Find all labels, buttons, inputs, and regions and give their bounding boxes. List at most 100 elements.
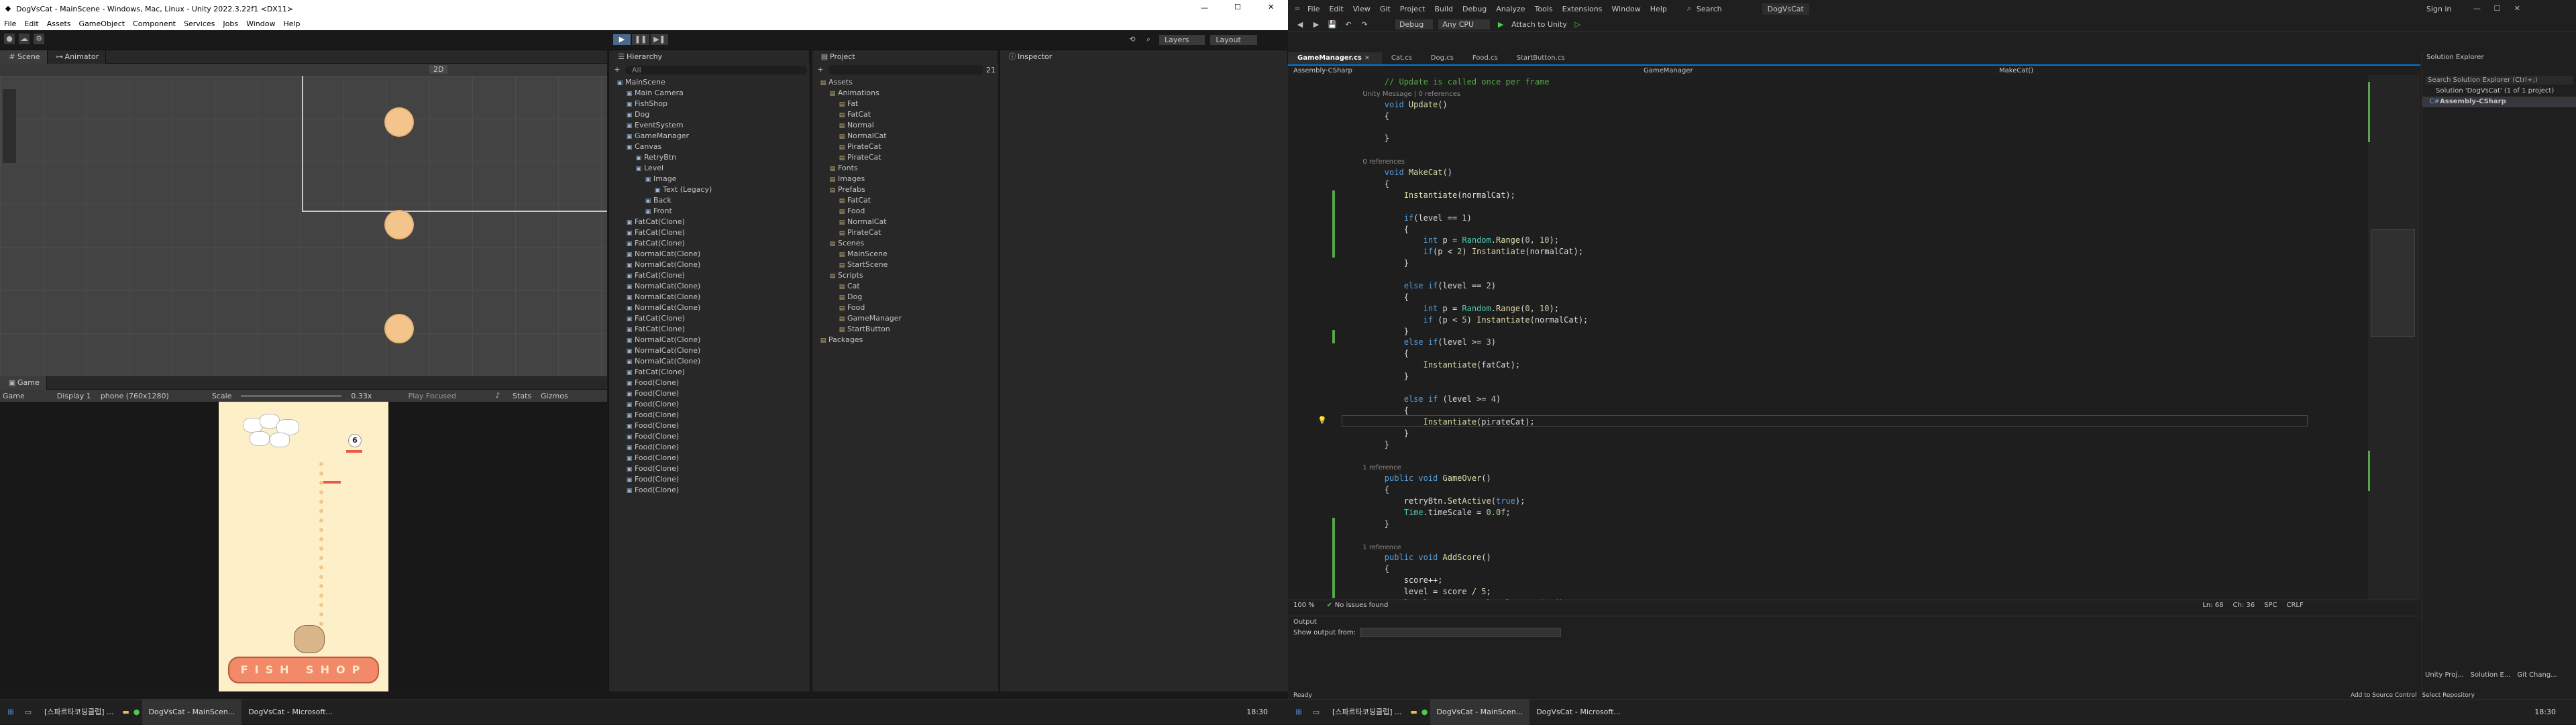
explorer-tab[interactable]: Solution E... bbox=[2471, 671, 2511, 679]
minimize-icon[interactable]: — bbox=[2471, 3, 2482, 14]
project-item[interactable]: ▤ StartScene bbox=[812, 260, 998, 270]
tab-scene[interactable]: # Scene bbox=[0, 50, 48, 64]
play-button-icon[interactable]: ▶ bbox=[613, 34, 631, 45]
hierarchy-item[interactable]: ▣ FatCat(Clone) bbox=[609, 270, 810, 281]
project-item[interactable]: ▤ Images bbox=[812, 174, 998, 184]
doc-tab[interactable]: Food.cs bbox=[1463, 52, 1507, 64]
minimize-button[interactable]: — bbox=[1201, 3, 1208, 12]
hierarchy-item[interactable]: ▣ Food(Clone) bbox=[609, 485, 810, 496]
hierarchy-item[interactable]: ▣ Dog bbox=[609, 109, 810, 120]
hierarchy-item[interactable]: ▣ FatCat(Clone) bbox=[609, 227, 810, 238]
taskbar-clock[interactable]: 18:30 bbox=[2528, 700, 2563, 725]
hierarchy-item[interactable]: ▣ FatCat(Clone) bbox=[609, 324, 810, 335]
folder-icon[interactable]: ▬ bbox=[1409, 707, 1419, 718]
scene-view[interactable] bbox=[0, 76, 607, 376]
hierarchy-item[interactable]: ▣ EventSystem bbox=[609, 120, 810, 131]
taskbar-clock[interactable]: 18:30 bbox=[1240, 700, 1275, 725]
nav-class[interactable]: GameManager bbox=[1644, 67, 1999, 74]
close-tab-icon[interactable]: ✕ bbox=[1362, 53, 1373, 64]
project-node[interactable]: C#Assembly-CSharp bbox=[2422, 97, 2576, 107]
layers-dropdown[interactable]: Layers bbox=[1159, 34, 1205, 45]
minimap-viewport[interactable] bbox=[2371, 229, 2415, 337]
solution-search[interactable]: Search Solution Explorer (Ctrl+;) bbox=[2425, 76, 2573, 85]
save-icon[interactable]: 💾 bbox=[1327, 19, 1338, 30]
hierarchy-item[interactable]: ▣ RetryBtn bbox=[609, 152, 810, 163]
hierarchy-item[interactable]: ▣ Food(Clone) bbox=[609, 453, 810, 463]
hierarchy-item[interactable]: ▣ Food(Clone) bbox=[609, 378, 810, 388]
hierarchy-item[interactable]: ▣ Front bbox=[609, 206, 810, 217]
vs-menu-extensions[interactable]: Extensions bbox=[1558, 5, 1607, 13]
add-icon[interactable]: + bbox=[815, 64, 826, 75]
cloud-icon[interactable]: ☁ bbox=[19, 34, 30, 44]
project-item[interactable]: ▤ GameManager bbox=[812, 313, 998, 324]
tab-project[interactable]: ▤ Project bbox=[812, 50, 998, 64]
project-item[interactable]: ▤ NormalCat bbox=[812, 217, 998, 227]
display-dropdown[interactable]: Display 1 bbox=[57, 392, 91, 400]
game-screen[interactable]: 6 FISH SHOP bbox=[219, 402, 388, 691]
menu-services[interactable]: Services bbox=[180, 19, 219, 28]
project-item[interactable]: ▤ Normal bbox=[812, 120, 998, 131]
taskview-icon[interactable]: ▭ bbox=[23, 707, 34, 718]
project-item[interactable]: ▤ Animations bbox=[812, 88, 998, 99]
hierarchy-item[interactable]: ▣ FatCat(Clone) bbox=[609, 313, 810, 324]
project-item[interactable]: ▤ PirateCat bbox=[812, 152, 998, 163]
taskbar-item[interactable]: DogVsCat - MainScen... bbox=[1430, 699, 1530, 725]
menu-jobs[interactable]: Jobs bbox=[219, 19, 242, 28]
close-button[interactable]: ✕ bbox=[1268, 3, 1274, 11]
hierarchy-item[interactable]: ▣ Level bbox=[609, 163, 810, 174]
add-source-control[interactable]: Add to Source Control bbox=[2351, 692, 2417, 699]
search-icon[interactable]: ⌕ bbox=[1143, 34, 1154, 45]
hierarchy-item[interactable]: ▣ GameManager bbox=[609, 131, 810, 142]
select-repository[interactable]: Select Repository bbox=[2422, 692, 2474, 699]
hierarchy-item[interactable]: ▣ Food(Clone) bbox=[609, 399, 810, 410]
vs-menu-file[interactable]: File bbox=[1303, 5, 1324, 13]
back-icon[interactable]: ◀ bbox=[1295, 19, 1305, 30]
paw-sprite[interactable] bbox=[384, 210, 414, 239]
doc-tab[interactable]: Dog.cs bbox=[1421, 52, 1463, 64]
menu-component[interactable]: Component bbox=[129, 19, 180, 28]
project-item[interactable]: ▤ FatCat bbox=[812, 109, 998, 120]
taskbar-item[interactable]: DogVsCat - MainScen... bbox=[142, 699, 242, 725]
add-icon[interactable]: + bbox=[612, 64, 623, 75]
menu-assets[interactable]: Assets bbox=[43, 19, 75, 28]
issues-indicator[interactable]: No issues found bbox=[1335, 602, 1389, 609]
chrome-icon[interactable]: ● bbox=[131, 707, 142, 718]
hierarchy-item[interactable]: ▣ Main Camera bbox=[609, 88, 810, 99]
menu-help[interactable]: Help bbox=[279, 19, 304, 28]
pause-button-icon[interactable]: ❚❚ bbox=[632, 34, 649, 45]
lightbulb-icon[interactable]: 💡 bbox=[1318, 416, 1327, 425]
doc-tab[interactable]: Cat.cs bbox=[1382, 52, 1421, 64]
tab-animator[interactable]: ⊶ Animator bbox=[47, 50, 107, 64]
hierarchy-item[interactable]: ▣ Food(Clone) bbox=[609, 421, 810, 431]
windows-start-icon[interactable]: ⊞ bbox=[5, 707, 16, 718]
windows-start-icon[interactable]: ⊞ bbox=[1293, 707, 1304, 718]
project-item[interactable]: ▤ PirateCat bbox=[812, 227, 998, 238]
project-item[interactable]: ▤ FatCat bbox=[812, 195, 998, 206]
play-focused-dropdown[interactable]: Play Focused bbox=[408, 392, 456, 400]
project-item[interactable]: ▤ Fonts bbox=[812, 163, 998, 174]
run-outline-icon[interactable]: ▷ bbox=[1572, 19, 1583, 30]
tab-hierarchy[interactable]: ☰ Hierarchy bbox=[609, 50, 810, 64]
output-source-dropdown[interactable] bbox=[1359, 628, 1561, 637]
hierarchy-item[interactable]: ▣ Back bbox=[609, 195, 810, 206]
doc-tab[interactable]: GameManager.cs ✕ bbox=[1288, 52, 1382, 64]
hierarchy-item[interactable]: ▣ Food(Clone) bbox=[609, 388, 810, 399]
explorer-tab[interactable]: Unity Proj... bbox=[2425, 671, 2464, 679]
vs-menu-git[interactable]: Git bbox=[1375, 5, 1395, 13]
vs-menu-build[interactable]: Build bbox=[1430, 5, 1458, 13]
vs-menu-window[interactable]: Window bbox=[1607, 5, 1645, 13]
forward-icon[interactable]: ▶ bbox=[1311, 19, 1322, 30]
editor-minimap[interactable] bbox=[2368, 75, 2420, 600]
folder-icon[interactable]: ▬ bbox=[121, 707, 131, 718]
hierarchy-item[interactable]: ▣ NormalCat(Clone) bbox=[609, 292, 810, 302]
hierarchy-item[interactable]: ▣ Food(Clone) bbox=[609, 410, 810, 421]
project-search[interactable] bbox=[828, 65, 983, 74]
code-editor[interactable]: 💡 // Update is called once per frame Uni… bbox=[1288, 75, 2368, 600]
resolution-dropdown[interactable]: phone (760x1280) bbox=[101, 392, 169, 400]
menu-edit[interactable]: Edit bbox=[20, 19, 42, 28]
hierarchy-item[interactable]: ▣ NormalCat(Clone) bbox=[609, 281, 810, 292]
solution-node[interactable]: Solution 'DogVsCat' (1 of 1 project) bbox=[2422, 86, 2576, 97]
stats-button[interactable]: Stats bbox=[513, 392, 531, 400]
paw-sprite[interactable] bbox=[384, 107, 414, 137]
maximize-icon[interactable]: ☐ bbox=[2491, 3, 2502, 14]
